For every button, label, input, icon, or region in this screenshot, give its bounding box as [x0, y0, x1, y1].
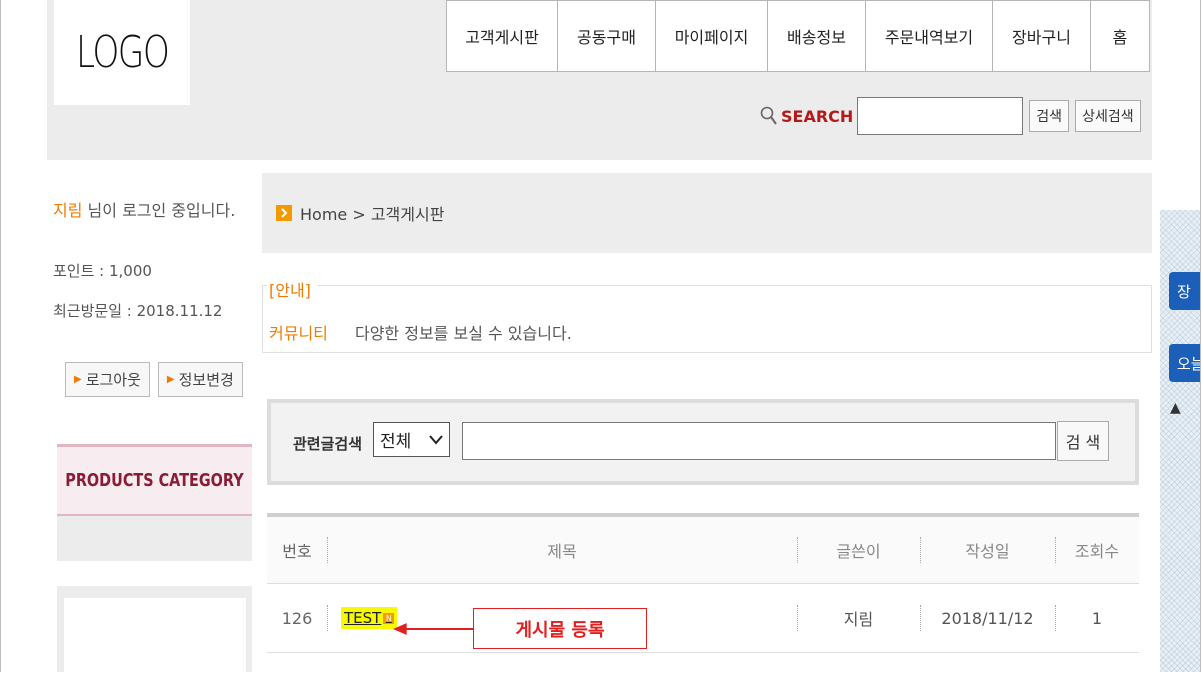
sidebar: 지림 님이 로그인 중입니다. 포인트 : 1,000 최근방문일 : 2018… — [47, 160, 259, 678]
header-title: 제목 — [327, 537, 797, 563]
nav-cart[interactable]: 장바구니 — [993, 0, 1091, 72]
logo[interactable]: LOGO — [54, 0, 190, 105]
header-date-text: 작성일 — [965, 542, 1010, 561]
nav-group-buy[interactable]: 공동구매 — [558, 0, 656, 72]
header-writer-text: 글쓴이 — [836, 542, 881, 561]
search-label-text: SEARCH — [781, 106, 854, 126]
breadcrumb: Home > 고객게시판 — [262, 173, 1152, 253]
related-search-label: 관련글검색 — [293, 435, 363, 453]
products-category-header: PRODUCTS CATEGORY — [57, 444, 252, 516]
header-views-text: 조회수 — [1074, 542, 1120, 561]
chevron-right-icon — [276, 205, 292, 221]
page-border-left — [0, 0, 1, 672]
last-visit: 최근방문일 : 2018.11.12 — [53, 302, 223, 320]
scroll-top-icon[interactable]: ▲ — [1170, 400, 1181, 416]
row-date-text: 2018/11/12 — [941, 608, 1034, 628]
post-title-link[interactable]: TEST N — [341, 607, 398, 629]
nav-mypage[interactable]: 마이페이지 — [656, 0, 768, 72]
row-num: 126 — [281, 608, 313, 628]
nav-customer-board[interactable]: 고객게시판 — [446, 0, 558, 72]
bullet-arrow-icon: ▶ — [74, 374, 82, 385]
notice-title: [안내] — [267, 277, 317, 301]
header-title-text: 제목 — [547, 542, 577, 561]
account-buttons: ▶ 로그아웃 ▶ 정보변경 — [65, 362, 243, 397]
chevron-down-icon — [429, 434, 443, 445]
page-border-right — [1200, 0, 1201, 672]
related-search-input[interactable] — [462, 422, 1056, 460]
header-num: 번호 — [282, 542, 312, 561]
category-list — [57, 516, 252, 561]
post-title: TEST — [344, 609, 382, 627]
top-nav: 고객게시판 공동구매 마이페이지 배송정보 주문내역보기 장바구니 홈 — [446, 0, 1150, 72]
search-scope-value: 전체 — [380, 432, 412, 452]
search-label: SEARCH — [760, 106, 853, 126]
row-views: 1 — [1055, 605, 1139, 631]
header-views: 조회수 — [1055, 537, 1139, 563]
header-writer: 글쓴이 — [797, 537, 920, 563]
notice-line: 커뮤니티 다양한 정보를 보실 수 있습니다. — [269, 320, 572, 344]
nav-order-history[interactable]: 주문내역보기 — [866, 0, 993, 72]
related-search-box: 관련글검색 전체 검 색 — [267, 399, 1139, 485]
row-date: 2018/11/12 — [920, 605, 1055, 631]
nav-home[interactable]: 홈 — [1091, 0, 1150, 72]
related-search-button[interactable]: 검 색 — [1057, 421, 1109, 461]
username: 지림 — [53, 201, 83, 220]
products-category-title: PRODUCTS CATEGORY — [65, 470, 244, 491]
breadcrumb-text[interactable]: Home > 고객게시판 — [300, 201, 444, 225]
header-date: 작성일 — [920, 537, 1055, 563]
search-icon — [760, 106, 777, 125]
notice-description: 다양한 정보를 보실 수 있습니다. — [354, 324, 572, 343]
bullet-arrow-icon: ▶ — [166, 374, 175, 385]
search-scope-select[interactable]: 전체 — [373, 422, 450, 457]
table-header: 번호 제목 글쓴이 작성일 조회수 — [267, 517, 1139, 584]
row-writer-text: 지림 — [843, 610, 874, 629]
logout-button[interactable]: ▶ 로그아웃 — [65, 362, 150, 397]
logo-text: LOGO — [75, 27, 170, 78]
annotation: 게시물 등록 — [393, 608, 647, 649]
notice-community: 커뮤니티 — [269, 324, 328, 343]
logout-label: 로그아웃 — [85, 371, 141, 389]
annotation-label: 게시물 등록 — [473, 608, 647, 649]
header-search: SEARCH 검색 상세검색 — [760, 95, 1141, 137]
row-writer: 지림 — [797, 605, 920, 631]
edit-info-button[interactable]: ▶ 정보변경 — [157, 362, 243, 397]
login-status: 지림 님이 로그인 중입니다. — [53, 197, 235, 221]
quick-today-button[interactable]: 오늘 — [1169, 344, 1200, 382]
edit-info-label: 정보변경 — [178, 371, 234, 389]
detail-search-button[interactable]: 상세검색 — [1075, 100, 1141, 132]
arrow-left-icon — [393, 622, 473, 635]
login-status-text: 님이 로그인 중입니다. — [82, 201, 236, 220]
row-views-text: 1 — [1091, 608, 1103, 628]
sidebar-banner-inner — [64, 598, 246, 678]
search-button[interactable]: 검색 — [1029, 100, 1070, 132]
quick-cart-button[interactable]: 장 — [1169, 272, 1200, 310]
search-input[interactable] — [857, 97, 1024, 135]
points: 포인트 : 1,000 — [53, 262, 152, 280]
nav-shipping[interactable]: 배송정보 — [768, 0, 866, 72]
sidebar-banner — [57, 586, 252, 678]
notice-box: [안내] 커뮤니티 다양한 정보를 보실 수 있습니다. — [262, 277, 1152, 353]
